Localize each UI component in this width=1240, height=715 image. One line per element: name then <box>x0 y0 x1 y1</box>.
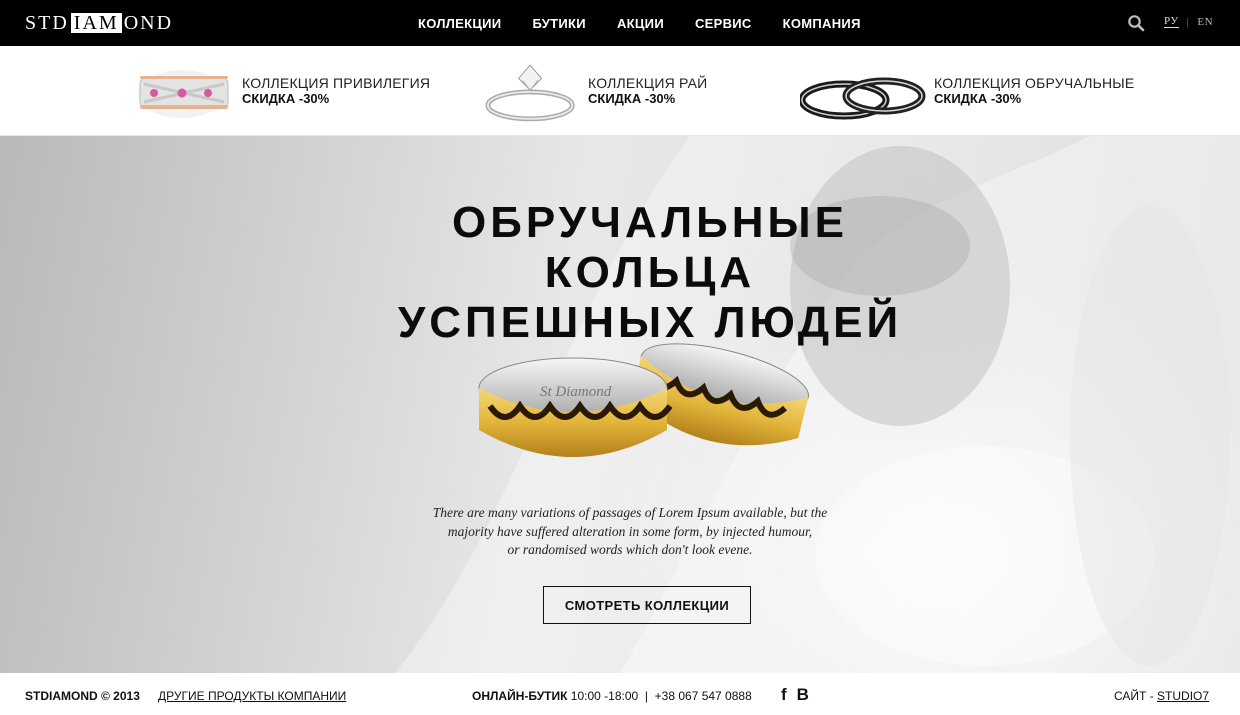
promo-title: КОЛЛЕКЦИЯ РАЙ <box>588 75 708 91</box>
promo-strip: КОЛЛЕКЦИЯ ПРИВИЛЕГИЯ СКИДКА -30% КОЛЛЕКЦ… <box>0 46 1240 136</box>
ring-engraving: St Diamond <box>540 384 612 400</box>
language-switcher: РУ | EN <box>1164 15 1213 28</box>
facebook-icon[interactable]: f <box>781 685 787 705</box>
nav-company[interactable]: КОМПАНИЯ <box>783 16 861 31</box>
top-bar: STD IAM OND КОЛЛЕКЦИИ БУТИКИ АКЦИИ СЕРВИС … <box>0 0 1240 46</box>
lead-line-3: or randomised words which don't look eve… <box>507 542 753 557</box>
shop-label: ОНЛАЙН-БУТИК <box>472 689 568 703</box>
nav-service[interactable]: СЕРВИС <box>695 16 752 31</box>
nav-promotions[interactable]: АКЦИИ <box>617 16 664 31</box>
nav-boutiques[interactable]: БУТИКИ <box>532 16 585 31</box>
promo-discount: СКИДКА -30% <box>588 91 676 106</box>
logo-part-2: IAM <box>70 13 122 33</box>
promo-discount: СКИДКА -30% <box>242 91 330 106</box>
site-label: САЙТ - <box>1114 689 1154 703</box>
search-icon[interactable] <box>1127 14 1145 32</box>
gold-rings-image: St Diamond <box>478 343 810 457</box>
lang-ru[interactable]: РУ <box>1164 15 1179 28</box>
promo-title: КОЛЛЕКЦИЯ ПРИВИЛЕГИЯ <box>242 75 431 91</box>
logo-part-1: STD <box>25 11 69 34</box>
lead-line-1: There are many variations of passages of… <box>432 505 828 520</box>
ring-thumbnail-rai <box>485 64 575 122</box>
promo-rai[interactable]: КОЛЛЕКЦИЯ РАЙ СКИДКА -30% <box>484 46 707 136</box>
shop-phone[interactable]: +38 067 547 0888 <box>655 689 752 703</box>
promo-obruchalnye[interactable]: КОЛЛЕКЦИЯ ОБРУЧАЛЬНЫЕ СКИДКА -30% <box>800 46 1134 136</box>
social-links: f В <box>781 685 809 705</box>
vkontakte-icon[interactable]: В <box>797 685 809 705</box>
lang-en[interactable]: EN <box>1197 16 1213 28</box>
lang-separator: | <box>1186 15 1190 28</box>
promo-title: КОЛЛЕКЦИЯ ОБРУЧАЛЬНЫЕ <box>934 75 1135 91</box>
ring-thumbnail-privilegia <box>138 70 229 118</box>
headline-line-2: КОЛЬЦА <box>544 248 756 297</box>
copyright: STDIAMOND © 2013 <box>25 689 140 703</box>
shop-separator: | <box>644 689 648 703</box>
other-products-link[interactable]: ДРУГИЕ ПРОДУКТЫ КОМПАНИИ <box>158 689 346 703</box>
view-collections-button[interactable]: СМОТРЕТЬ КОЛЛЕКЦИИ <box>543 586 751 624</box>
logo[interactable]: STD IAM OND <box>25 12 173 34</box>
logo-part-3: OND <box>123 11 174 34</box>
hero-lead-text: There are many variations of passages of… <box>400 504 860 560</box>
shop-hours: 10:00 -18:00 <box>570 689 639 703</box>
online-shop-info: ОНЛАЙН-БУТИК 10:00 -18:00 | +38 067 547 … <box>472 689 752 703</box>
promo-privilegia[interactable]: КОЛЛЕКЦИЯ ПРИВИЛЕГИЯ СКИДКА -30% <box>134 46 430 136</box>
footer: STDIAMOND © 2013 ДРУГИЕ ПРОДУКТЫ КОМПАНИ… <box>0 673 1240 715</box>
lead-line-2: majority have suffered alteration in som… <box>447 523 813 539</box>
promo-discount: СКИДКА -30% <box>934 91 1022 106</box>
site-credit: САЙТ - STUDIO7 <box>1114 689 1209 703</box>
studio7-link[interactable]: STUDIO7 <box>1157 689 1209 703</box>
headline-line-1: ОБРУЧАЛЬНЫЕ <box>452 198 848 247</box>
ring-thumbnail-wedding <box>800 77 926 120</box>
hero-banner: ОБРУЧАЛЬНЫЕ КОЛЬЦА УСПЕШНЫХ ЛЮДЕЙ St Dia… <box>0 136 1240 673</box>
main-nav: КОЛЛЕКЦИИ БУТИКИ АКЦИИ СЕРВИС КОМПАНИЯ <box>418 0 861 46</box>
nav-collections[interactable]: КОЛЛЕКЦИИ <box>418 16 501 31</box>
